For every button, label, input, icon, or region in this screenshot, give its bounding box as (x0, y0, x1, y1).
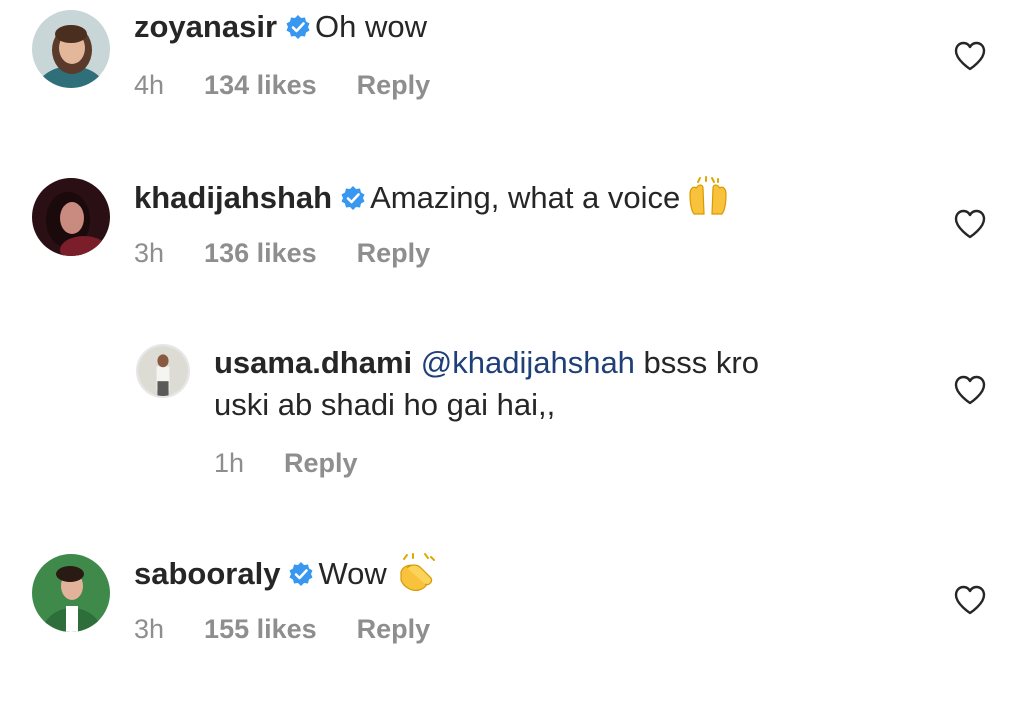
comment-item: khadijahshah Amazing, what a voice 3h 136 … (0, 168, 1024, 308)
reply-button[interactable]: Reply (357, 614, 431, 645)
avatar[interactable] (136, 344, 190, 398)
comment-timestamp: 3h (134, 238, 165, 268)
comment-text: Oh wow (315, 9, 427, 44)
comment-username[interactable]: sabooraly (134, 556, 280, 591)
reply-button[interactable]: Reply (284, 448, 358, 479)
comment-text: bsss kro (643, 345, 759, 380)
likes-count[interactable]: 155 likes (204, 614, 317, 645)
comment-timestamp: 3h (134, 614, 165, 644)
reply-button[interactable]: Reply (357, 238, 431, 269)
clapping-hands-icon (393, 552, 437, 592)
reply-item: usama.dhami @khadijahshah bsss kro uski … (0, 336, 1024, 506)
comment-text: Wow (318, 556, 387, 591)
heart-icon[interactable] (953, 208, 987, 240)
comment-timestamp: 4h (134, 70, 165, 100)
avatar[interactable] (32, 178, 110, 256)
avatar[interactable] (32, 10, 110, 88)
comment-item: sabooraly Wow 3h 155 likes Reply (0, 544, 1024, 684)
avatar[interactable] (32, 554, 110, 632)
comment-username[interactable]: usama.dhami (214, 345, 412, 380)
verified-badge-icon (285, 14, 311, 40)
likes-count[interactable]: 134 likes (204, 70, 317, 101)
heart-icon[interactable] (953, 584, 987, 616)
comment-text-continued: uski ab shadi ho gai hai,, (214, 387, 556, 422)
verified-badge-icon (340, 185, 366, 211)
mention-link[interactable]: @khadijahshah (421, 345, 635, 380)
comment-timestamp: 1h (214, 448, 245, 478)
comment-username[interactable]: zoyanasir (134, 9, 277, 44)
comment-username[interactable]: khadijahshah (134, 180, 332, 215)
verified-badge-icon (288, 561, 314, 587)
raising-hands-icon (686, 176, 730, 216)
heart-icon[interactable] (953, 374, 987, 406)
comment-text: Amazing, what a voice (370, 180, 681, 215)
likes-count[interactable]: 136 likes (204, 238, 317, 269)
reply-button[interactable]: Reply (357, 70, 431, 101)
comment-item: zoyanasir Oh wow 4h 134 likes Reply (0, 0, 1024, 140)
heart-icon[interactable] (953, 40, 987, 72)
